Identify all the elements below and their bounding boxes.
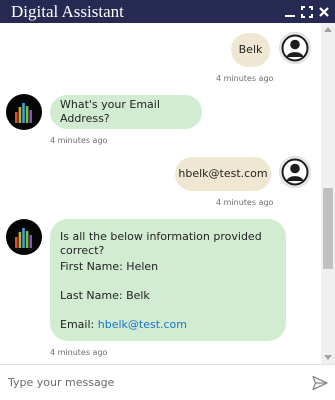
last-name-line: Last Name: Belk	[60, 289, 150, 302]
user-avatar-icon	[279, 156, 311, 188]
email-link[interactable]: hbelk@test.com	[98, 318, 187, 331]
email-label: Email:	[60, 318, 98, 331]
bot-message-bubble: What's your Email Address?	[50, 95, 202, 129]
bot-avatar-icon	[6, 219, 42, 255]
message-text: Belk	[238, 43, 263, 56]
message-text: What's your Email Address?	[60, 98, 160, 125]
first-name-line: First Name: Helen	[60, 260, 159, 273]
message-timestamp: 4 minutes ago	[216, 198, 274, 207]
message-composer	[0, 364, 335, 400]
email-line: Email: hbelk@test.com	[60, 318, 187, 332]
title-bar: Digital Assistant	[0, 0, 335, 23]
chat-scrollbar[interactable]	[321, 23, 335, 364]
scroll-up-arrow-icon[interactable]	[324, 27, 332, 32]
bot-avatar-icon	[6, 94, 42, 130]
window-title: Digital Assistant	[11, 2, 124, 21]
scroll-thumb[interactable]	[323, 188, 333, 269]
user-avatar-icon	[279, 32, 311, 64]
message-timestamp: 4 minutes ago	[50, 136, 108, 145]
scroll-down-arrow-icon[interactable]	[324, 355, 332, 360]
message-input[interactable]	[0, 365, 305, 400]
fullscreen-icon[interactable]	[301, 5, 313, 18]
send-icon[interactable]	[305, 366, 335, 400]
minimize-icon[interactable]	[284, 6, 296, 18]
window-controls	[284, 5, 335, 18]
bot-confirmation-card: Is all the below information provided co…	[50, 219, 286, 341]
message-timestamp: 4 minutes ago	[50, 348, 108, 357]
message-timestamp: 4 minutes ago	[216, 74, 274, 83]
user-message-bubble: hbelk@test.com	[175, 157, 271, 191]
close-icon[interactable]	[318, 6, 330, 18]
confirmation-question: Is all the below information provided co…	[60, 230, 262, 257]
chat-transcript[interactable]: Belk 4 minutes ago What's your Email Add…	[0, 23, 321, 364]
user-message-bubble: Belk	[231, 33, 270, 67]
message-text: hbelk@test.com	[178, 167, 268, 180]
